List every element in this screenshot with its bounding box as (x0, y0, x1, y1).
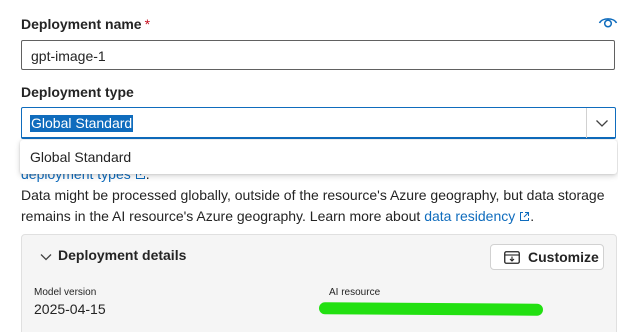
chevron-down-icon[interactable] (40, 251, 52, 263)
deployment-name-label: Deployment name * (21, 16, 150, 32)
deployment-type-selected-value: Global Standard (30, 115, 134, 132)
required-marker: * (144, 16, 151, 32)
ai-resource-redaction (318, 302, 544, 316)
deployment-details-panel: Deployment details Customize Model versi… (21, 234, 617, 332)
deployment-type-label: Deployment type (21, 84, 134, 100)
deployment-name-label-text: Deployment name (21, 16, 142, 32)
external-link-icon (520, 212, 530, 221)
customize-label: Customize (528, 249, 599, 265)
deployment-details-title[interactable]: Deployment details (58, 247, 186, 263)
description-suffix: . (530, 208, 535, 224)
deployment-type-listbox: Global Standard (20, 140, 617, 174)
model-version-label: Model version (34, 287, 97, 298)
deployment-type-select[interactable]: Global Standard (21, 107, 616, 139)
eye-icon[interactable] (598, 14, 618, 30)
data-residency-link[interactable]: data residency (424, 208, 515, 224)
description-text: Data might be processed globally, outsid… (21, 187, 605, 224)
customize-icon (504, 251, 520, 264)
customize-button[interactable]: Customize (490, 244, 604, 270)
ai-resource-label: AI resource (329, 287, 381, 298)
chevron-down-icon[interactable] (595, 116, 609, 130)
deployment-type-description: Data might be processed globally, outsid… (21, 185, 615, 227)
model-version-value: 2025-04-15 (34, 301, 106, 317)
deployment-form: Deployment name * gpt-image-1 Deployment … (0, 0, 618, 332)
select-divider (586, 108, 587, 138)
option-global-standard[interactable]: Global Standard (30, 149, 131, 165)
deployment-name-input[interactable]: gpt-image-1 (21, 40, 615, 70)
